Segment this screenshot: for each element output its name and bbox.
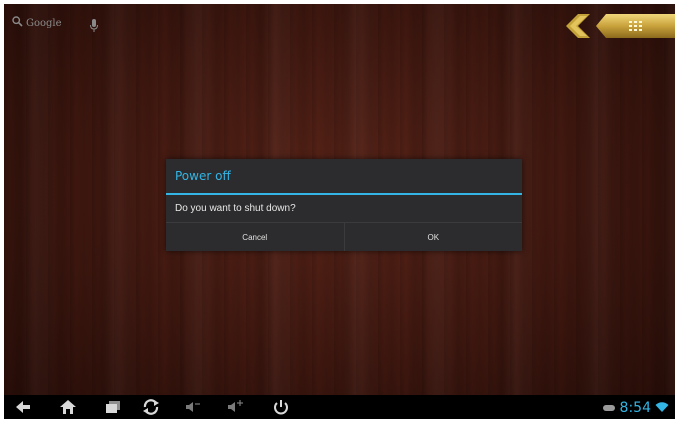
chevron-left-icon[interactable] [564, 14, 598, 38]
search-icon [12, 16, 23, 31]
dialog-title: Power off [166, 159, 522, 195]
back-icon[interactable] [14, 399, 32, 415]
ok-button[interactable]: OK [343, 223, 522, 251]
power-icon[interactable] [272, 399, 290, 415]
recent-apps-icon[interactable] [104, 399, 122, 415]
app-grid-button[interactable] [596, 14, 675, 38]
status-area[interactable]: 8:54 [602, 398, 669, 417]
google-search-widget[interactable]: Google [12, 16, 62, 31]
gamepad-icon [602, 398, 616, 417]
clock-time: 8:54 [619, 399, 651, 416]
power-off-dialog: Power off Do you want to shut down? Canc… [166, 159, 522, 251]
cancel-button[interactable]: Cancel [166, 223, 344, 251]
rotate-icon[interactable] [142, 399, 160, 415]
home-icon[interactable] [59, 399, 77, 415]
wifi-icon [655, 398, 669, 417]
dialog-button-bar: Cancel OK [166, 222, 522, 251]
system-navigation-bar: 8:54 [4, 395, 675, 419]
tablet-screen: Google Power off Do you want to shut dow… [0, 0, 679, 423]
search-label: Google [26, 18, 62, 29]
volume-up-icon[interactable] [226, 399, 244, 415]
app-grid-icon [629, 21, 642, 31]
volume-down-icon[interactable] [184, 399, 202, 415]
microphone-icon[interactable] [90, 18, 98, 32]
dialog-message: Do you want to shut down? [175, 202, 296, 214]
